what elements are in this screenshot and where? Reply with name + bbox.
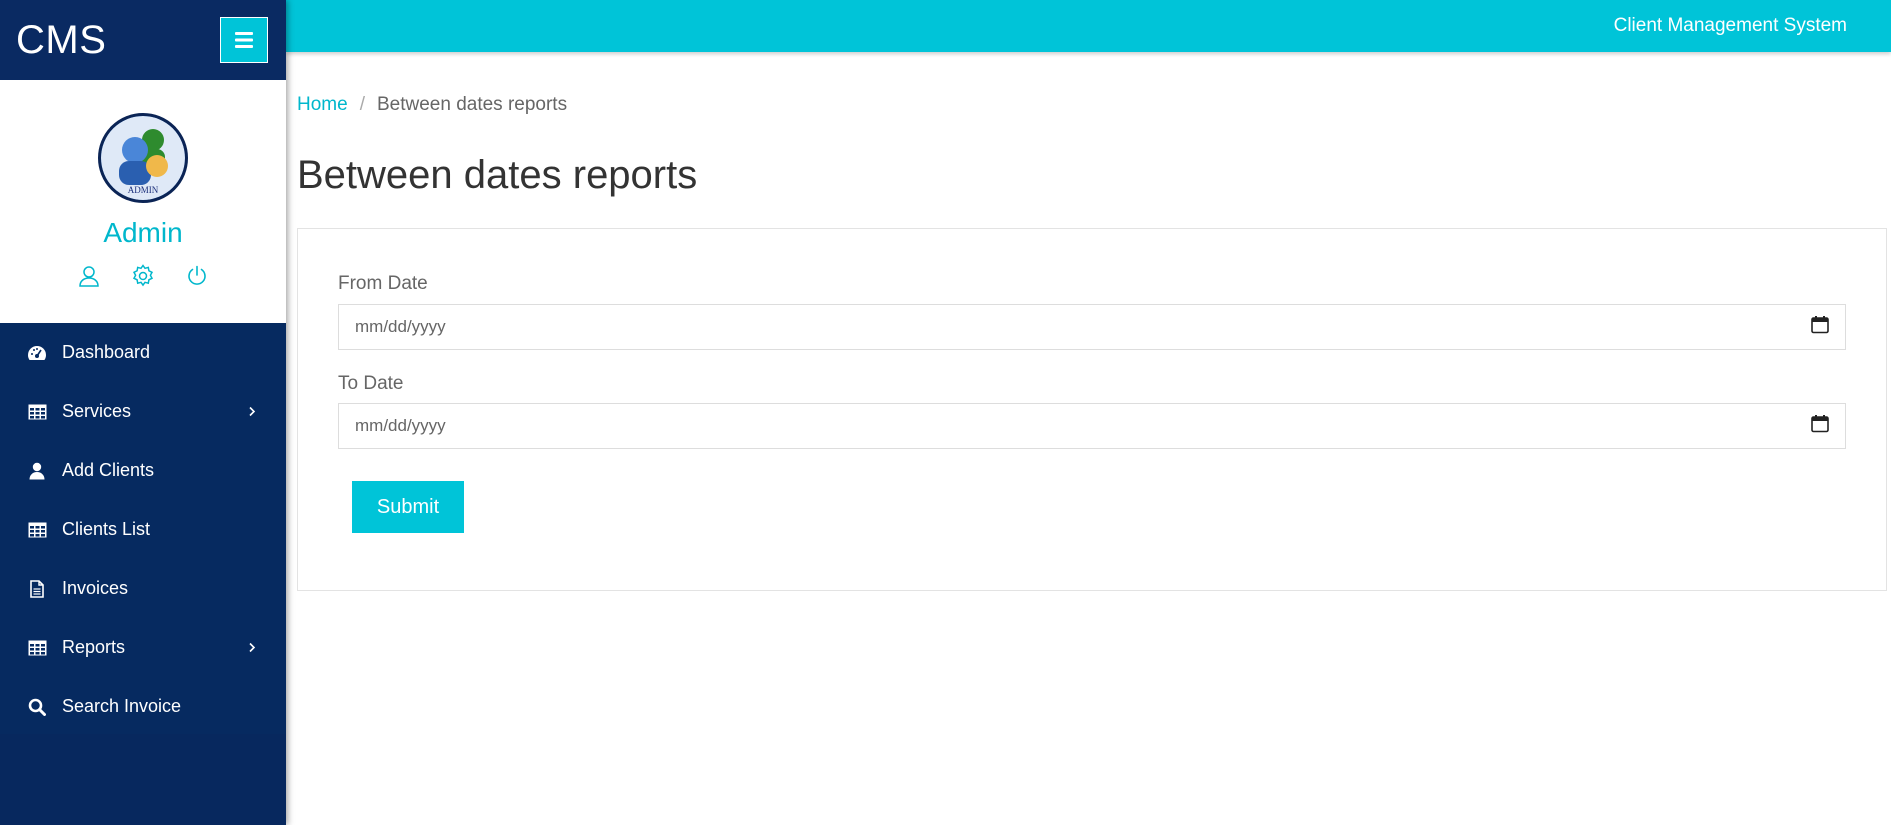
hamburger-icon [235, 32, 253, 48]
sidebar-item-add-clients[interactable]: Add Clients [0, 441, 286, 500]
calendar-icon[interactable] [1811, 415, 1829, 438]
sidebar-item-label: Invoices [62, 578, 129, 598]
sidebar-footer [0, 734, 286, 825]
from-date-label: From Date [338, 273, 428, 294]
sidebar-item-search-invoice[interactable]: Search Invoice [0, 677, 286, 736]
to-date-input[interactable]: mm/dd/yyyy [338, 403, 1846, 449]
from-date-input[interactable]: mm/dd/yyyy [338, 304, 1846, 350]
avatar-image-icon: ADMIN [101, 116, 185, 200]
table-icon [26, 401, 48, 423]
sidebar-item-dashboard[interactable]: Dashboard [0, 323, 286, 382]
breadcrumb-current: Between dates reports [376, 94, 568, 115]
sidebar: CMS ADMIN Admin Dashboard Services Add C… [0, 0, 286, 825]
avatar: ADMIN [98, 113, 188, 203]
power-icon[interactable] [184, 263, 210, 289]
sidebar-item-reports[interactable]: Reports [0, 618, 286, 677]
breadcrumb-home-link[interactable]: Home [297, 94, 348, 116]
to-date-placeholder: mm/dd/yyyy [355, 416, 446, 435]
calendar-icon[interactable] [1811, 316, 1829, 339]
table-icon [26, 637, 48, 659]
page-title: Between dates reports [297, 153, 698, 197]
from-date-placeholder: mm/dd/yyyy [355, 317, 446, 336]
dashboard-icon [26, 342, 48, 364]
sidebar-item-clients-list[interactable]: Clients List [0, 500, 286, 559]
app-title: Client Management System [1613, 15, 1847, 36]
sidebar-nav: Dashboard Services Add Clients Clients L… [0, 323, 286, 736]
brand-logo[interactable]: CMS [16, 18, 106, 63]
sidebar-item-invoices[interactable]: Invoices [0, 559, 286, 618]
sidebar-item-label: Services [62, 401, 132, 421]
sidebar-item-label: Search Invoice [62, 696, 182, 716]
sidebar-item-label: Reports [62, 637, 126, 657]
sidebar-item-label: Dashboard [62, 342, 151, 362]
report-form-card: From Date mm/dd/yyyy To Date mm/dd/yyyy … [297, 228, 1887, 591]
chevron-right-icon [248, 637, 256, 658]
file-icon [26, 578, 48, 600]
breadcrumb: Home / Between dates reports [297, 94, 567, 116]
sidebar-item-label: Clients List [62, 519, 151, 539]
menu-toggle-button[interactable] [220, 17, 268, 63]
chevron-right-icon [248, 401, 256, 422]
profile-user-icon[interactable] [76, 263, 102, 289]
sidebar-item-services[interactable]: Services [0, 382, 286, 441]
top-bar: Client Management System [286, 0, 1891, 52]
sidebar-item-label: Add Clients [62, 460, 155, 480]
profile-name: Admin [103, 217, 183, 248]
brand-bar: CMS [0, 0, 286, 80]
breadcrumb-separator: / [359, 94, 365, 115]
table-icon [26, 519, 48, 541]
profile-panel: ADMIN Admin [0, 80, 286, 323]
settings-gear-icon[interactable] [130, 263, 156, 289]
svg-text:ADMIN: ADMIN [128, 185, 159, 195]
submit-button[interactable]: Submit [352, 481, 464, 533]
user-icon [26, 460, 48, 482]
search-icon [26, 696, 48, 718]
to-date-label: To Date [338, 373, 404, 394]
profile-actions [76, 263, 210, 289]
